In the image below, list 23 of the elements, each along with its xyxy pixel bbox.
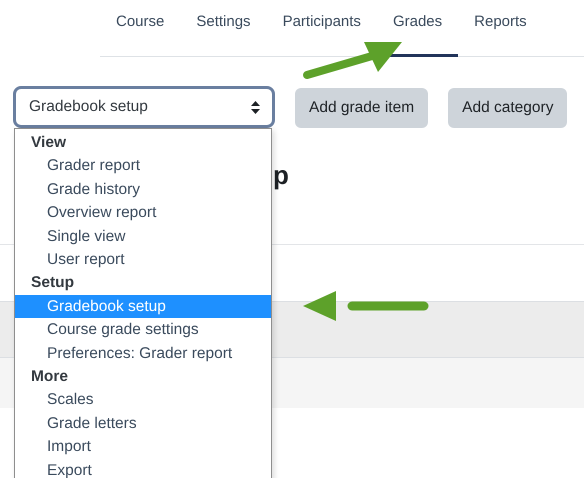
group-label: View — [30, 133, 68, 153]
menu-option[interactable]: Course grade settings — [15, 318, 271, 342]
menu-option[interactable]: User report — [15, 248, 271, 272]
group-label: More — [30, 367, 70, 388]
menu-option[interactable]: Overview report — [15, 201, 271, 225]
nav-tab[interactable]: Course — [100, 0, 180, 57]
nav-tab[interactable]: Settings — [180, 0, 267, 57]
toolbar-button[interactable]: Add grade item — [295, 88, 428, 128]
menu-option[interactable]: Preferences: Grader report — [15, 342, 271, 366]
menu-option[interactable]: Grade letters — [15, 412, 271, 436]
group-label: Setup — [30, 273, 76, 294]
report-select[interactable]: Gradebook setup — [13, 86, 275, 128]
nav-tab[interactable]: Reports — [458, 0, 543, 57]
menu-option[interactable]: Import — [15, 435, 271, 459]
menu-option[interactable]: Grade history — [15, 178, 271, 202]
nav-tab[interactable]: Participants — [266, 0, 377, 57]
menu-option[interactable]: Scales — [15, 388, 271, 412]
menu-option[interactable]: Export — [15, 458, 271, 478]
menu-option[interactable]: Grader report — [15, 154, 271, 178]
page-heading: p — [273, 160, 289, 190]
toolbar-button[interactable]: Add category — [448, 88, 568, 128]
sort-caret-icon — [251, 100, 260, 114]
menu-option[interactable]: Single view — [15, 224, 271, 248]
